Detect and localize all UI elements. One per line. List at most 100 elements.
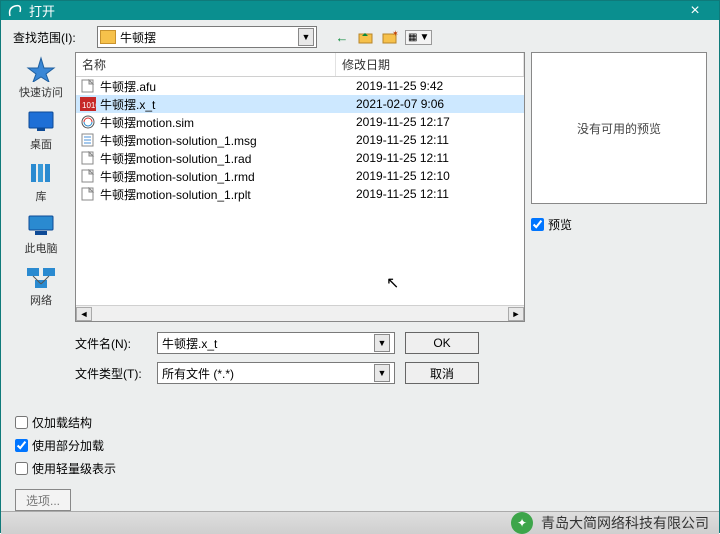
chevron-down-icon[interactable]: ▼: [374, 364, 390, 382]
up-icon[interactable]: [357, 28, 375, 46]
scroll-left-icon[interactable]: ◄: [76, 307, 92, 321]
cancel-button[interactable]: 取消: [405, 362, 479, 384]
folder-icon: [100, 30, 116, 44]
file-row[interactable]: 牛顿摆motion-solution_1.rmd2019-11-25 12:10: [76, 167, 524, 185]
column-headers: 名称 修改日期: [76, 53, 524, 77]
svg-text:✶: ✶: [392, 30, 398, 38]
filename-value: 牛顿摆.x_t: [162, 335, 217, 352]
wechat-icon: ✦: [511, 512, 533, 534]
place-quick[interactable]: 快速访问: [19, 56, 63, 100]
file-icon: 1010: [80, 97, 96, 111]
opt-lightweight-input[interactable]: [15, 462, 28, 475]
lookin-label: 查找范围(I):: [13, 29, 91, 46]
preview-panel: 没有可用的预览: [531, 52, 707, 204]
file-row[interactable]: 牛顿摆.afu2019-11-25 9:42: [76, 77, 524, 95]
file-date: 2019-11-25 12:11: [356, 133, 520, 147]
file-date: 2019-11-25 12:10: [356, 169, 520, 183]
file-name: 牛顿摆.x_t: [100, 96, 356, 113]
opt-partial-load-label: 使用部分加载: [32, 437, 104, 454]
ok-button[interactable]: OK: [405, 332, 479, 354]
file-date: 2019-11-25 12:11: [356, 187, 520, 201]
file-icon: [80, 79, 96, 93]
file-date: 2019-11-25 12:11: [356, 151, 520, 165]
lookin-row: 查找范围(I): 牛顿摆 ▼ ← ✶ ▦▼: [13, 26, 707, 48]
place-desktop[interactable]: 桌面: [25, 108, 57, 152]
file-icon: [80, 187, 96, 201]
desktop-icon: [25, 108, 57, 134]
filename-field[interactable]: 牛顿摆.x_t ▼: [157, 332, 395, 354]
file-name: 牛顿摆.afu: [100, 78, 356, 95]
file-name: 牛顿摆motion-solution_1.rad: [100, 150, 356, 167]
footer-text: 青岛大简网络科技有限公司: [541, 513, 709, 533]
chevron-down-icon[interactable]: ▼: [374, 334, 390, 352]
places-bar: 快速访问桌面库此电脑网络: [13, 52, 69, 384]
footer-bar: ✦ 青岛大简网络科技有限公司: [1, 511, 719, 534]
thispc-icon: [25, 212, 57, 238]
place-libraries[interactable]: 库: [25, 160, 57, 204]
scroll-right-icon[interactable]: ►: [508, 307, 524, 321]
file-row[interactable]: 牛顿摆motion-solution_1.msg2019-11-25 12:11: [76, 131, 524, 149]
chevron-down-icon[interactable]: ▼: [298, 28, 314, 46]
place-label: 网络: [30, 292, 52, 308]
cursor-icon: ↖: [386, 273, 399, 293]
file-date: 2021-02-07 9:06: [356, 97, 520, 111]
view-menu[interactable]: ▦▼: [405, 30, 432, 45]
place-network[interactable]: 网络: [25, 264, 57, 308]
file-row[interactable]: 牛顿摆motion-solution_1.rad2019-11-25 12:11: [76, 149, 524, 167]
quick-icon: [25, 56, 57, 82]
file-name: 牛顿摆motion-solution_1.rmd: [100, 168, 356, 185]
file-icon: [80, 133, 96, 147]
file-name: 牛顿摆motion-solution_1.msg: [100, 132, 356, 149]
opt-load-struct[interactable]: 仅加载结构: [15, 414, 707, 431]
place-label: 快速访问: [19, 84, 63, 100]
lookin-combo[interactable]: 牛顿摆 ▼: [97, 26, 317, 48]
opt-partial-load-input[interactable]: [15, 439, 28, 452]
scroll-track[interactable]: [92, 307, 508, 321]
network-icon: [25, 264, 57, 290]
svg-text:1010: 1010: [82, 101, 96, 110]
place-label: 库: [36, 188, 47, 204]
opt-partial-load[interactable]: 使用部分加载: [15, 437, 707, 454]
file-icon: [80, 151, 96, 165]
opt-lightweight[interactable]: 使用轻量级表示: [15, 460, 707, 477]
file-icon: [80, 115, 96, 129]
app-icon: [7, 3, 23, 19]
file-date: 2019-11-25 9:42: [356, 79, 520, 93]
filetype-value: 所有文件 (*.*): [162, 365, 234, 382]
h-scrollbar[interactable]: ◄ ►: [76, 305, 524, 321]
close-button[interactable]: ×: [677, 2, 713, 20]
filetype-field[interactable]: 所有文件 (*.*) ▼: [157, 362, 395, 384]
new-folder-icon[interactable]: ✶: [381, 28, 399, 46]
load-options: 仅加载结构 使用部分加载 使用轻量级表示 选项...: [13, 414, 707, 511]
file-row[interactable]: 牛顿摆motion-solution_1.rplt2019-11-25 12:1…: [76, 185, 524, 203]
preview-empty-text: 没有可用的预览: [577, 120, 661, 137]
opt-load-struct-label: 仅加载结构: [32, 414, 92, 431]
opt-load-struct-input[interactable]: [15, 416, 28, 429]
chevron-down-icon: ▼: [419, 32, 429, 43]
back-icon[interactable]: ←: [333, 28, 351, 46]
preview-checkbox[interactable]: 预览: [531, 216, 707, 233]
place-thispc[interactable]: 此电脑: [25, 212, 58, 256]
place-label: 桌面: [30, 136, 52, 152]
file-name: 牛顿摆motion-solution_1.rplt: [100, 186, 356, 203]
open-dialog: 打开 × 查找范围(I): 牛顿摆 ▼ ← ✶ ▦▼ 快速访问桌面库此电脑网络: [0, 0, 720, 533]
filename-label: 文件名(N):: [75, 335, 147, 352]
preview-checkbox-label: 预览: [548, 216, 572, 233]
lookin-value: 牛顿摆: [120, 29, 298, 46]
col-name[interactable]: 名称: [76, 53, 336, 76]
options-button[interactable]: 选项...: [15, 489, 71, 511]
nav-toolbar: ← ✶ ▦▼: [333, 28, 432, 46]
views-icon: ▦: [408, 32, 417, 43]
place-label: 此电脑: [25, 240, 58, 256]
col-date[interactable]: 修改日期: [336, 53, 524, 76]
titlebar: 打开 ×: [1, 1, 719, 20]
filetype-label: 文件类型(T):: [75, 365, 147, 382]
file-row[interactable]: 1010 牛顿摆.x_t2021-02-07 9:06: [76, 95, 524, 113]
file-row[interactable]: 牛顿摆motion.sim2019-11-25 12:17: [76, 113, 524, 131]
preview-checkbox-input[interactable]: [531, 218, 544, 231]
file-rows[interactable]: ↖ 牛顿摆.afu2019-11-25 9:42 1010 牛顿摆.x_t2021-…: [76, 77, 524, 305]
file-date: 2019-11-25 12:17: [356, 115, 520, 129]
file-list: 名称 修改日期 ↖ 牛顿摆.afu2019-11-25 9:42 1010 牛顿摆.…: [75, 52, 525, 322]
file-name: 牛顿摆motion.sim: [100, 114, 356, 131]
window-title: 打开: [29, 1, 677, 20]
